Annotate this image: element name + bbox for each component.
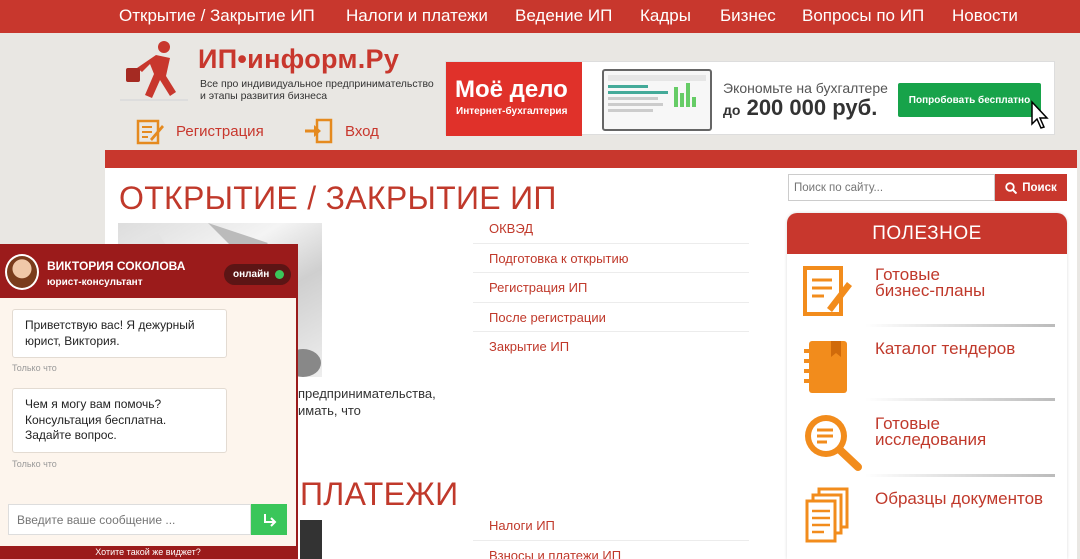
online-dot-icon — [275, 270, 285, 279]
status-badge: онлайн — [224, 264, 291, 285]
nav-item-opening[interactable]: Открытие / Закрытие ИП — [119, 6, 315, 26]
chat-widget: ВИКТОРИЯ СОКОЛОВА юрист-консультант онла… — [0, 244, 298, 559]
link-after-registration[interactable]: После регистрации — [473, 303, 749, 332]
useful-item-label-3b: исследования — [875, 430, 987, 449]
search-button[interactable]: Поиск — [995, 174, 1067, 201]
nav-item-taxes[interactable]: Налоги и платежи — [346, 6, 488, 26]
chat-message: Приветствую вас! Я дежурный юрист, Викто… — [12, 309, 227, 358]
login-label: Вход — [345, 122, 379, 140]
banner-brand-sub: Интернет-бухгалтерия — [456, 106, 568, 117]
search-button-label: Поиск — [1022, 181, 1057, 194]
banner-text-line1: Экономьте на бухгалтере — [723, 80, 888, 96]
useful-item-label-4: Образцы документов — [875, 489, 1044, 508]
opening-links: ОКВЭД Подготовка к открытию Регистрация … — [473, 214, 749, 362]
useful-divider — [865, 324, 1055, 327]
intro-line-2: имать, что — [298, 403, 361, 418]
useful-panel-title: ПОЛЕЗНОЕ — [787, 213, 1067, 254]
avatar — [5, 254, 39, 290]
link-preparation[interactable]: Подготовка к открытию — [473, 244, 749, 273]
nav-item-staff[interactable]: Кадры — [640, 6, 691, 26]
register-icon — [136, 119, 164, 145]
cursor-icon — [1031, 100, 1049, 129]
chat-agent-role: юрист-консультант — [47, 277, 143, 288]
business-plan-icon — [803, 266, 852, 316]
nav-item-management[interactable]: Ведение ИП — [515, 6, 612, 26]
useful-item-label-2: Каталог тендеров — [875, 339, 1016, 358]
search-icon — [1005, 181, 1018, 194]
register-label: Регистрация — [176, 122, 264, 140]
chat-message-time: Только что — [12, 363, 57, 373]
documents-icon — [805, 487, 849, 543]
status-label: онлайн — [233, 269, 270, 280]
useful-item-research[interactable]: Готовые исследования — [787, 403, 1067, 476]
nav-item-news[interactable]: Новости — [952, 6, 1018, 26]
site-logo-title[interactable]: ИП•информ.Ру — [198, 44, 399, 75]
useful-item-tenders[interactable]: Каталог тендеров — [787, 329, 1067, 402]
useful-item-documents[interactable]: Образцы документов — [787, 479, 1067, 552]
link-registration[interactable]: Регистрация ИП — [473, 273, 749, 303]
link-okved[interactable]: ОКВЭД — [473, 214, 749, 244]
intro-line-1: предпринимательства, — [298, 386, 436, 401]
nav-item-questions[interactable]: Вопросы по ИП — [802, 6, 924, 26]
send-arrow-icon — [264, 513, 277, 527]
chat-header[interactable]: ВИКТОРИЯ СОКОЛОВА юрист-консультант онла… — [0, 246, 296, 298]
link-contributions[interactable]: Взносы и платежи ИП — [473, 541, 749, 559]
chat-message: Чем я могу вам помочь? Консультация бесп… — [12, 388, 227, 453]
section-title-payments[interactable]: ПЛАТЕЖИ — [300, 476, 458, 513]
useful-panel: ПОЛЕЗНОЕ Готовые бизнес-планы Каталог те… — [787, 213, 1067, 559]
link-taxes[interactable]: Налоги ИП — [473, 511, 749, 541]
banner-brand: Моё дело Интернет-бухгалтерия — [446, 62, 582, 136]
nav-item-business[interactable]: Бизнес — [720, 6, 776, 26]
chat-message-input[interactable] — [8, 504, 251, 535]
section-photo-2 — [300, 520, 322, 559]
section-title-opening[interactable]: ОТКРЫТИЕ / ЗАКРЫТИЕ ИП — [119, 180, 557, 217]
banner-amount: 200 000 руб. — [746, 95, 878, 120]
red-stripe — [105, 150, 1077, 168]
running-man-logo-icon[interactable] — [118, 40, 190, 106]
login-icon — [305, 118, 333, 144]
login-link[interactable]: Вход — [305, 117, 379, 145]
banner-brand-name: Моё дело — [455, 76, 568, 103]
register-link[interactable]: Регистрация — [136, 117, 264, 145]
useful-item-business-plans[interactable]: Готовые бизнес-планы — [787, 254, 1067, 327]
chat-agent-name: ВИКТОРИЯ СОКОЛОВА — [47, 259, 186, 273]
useful-divider — [865, 474, 1055, 477]
useful-divider — [865, 398, 1055, 401]
banner-amount-prefix: до — [723, 102, 741, 118]
banner-screenshot-image — [602, 69, 712, 131]
chat-message-time: Только что — [12, 459, 57, 469]
top-nav: Открытие / Закрытие ИП Налоги и платежи … — [0, 0, 1080, 33]
chat-widget-footer-link[interactable]: Хотите такой же виджет? — [0, 546, 296, 559]
section-intro-text: предпринимательства, имать, что — [298, 385, 436, 419]
site-logo-subtitle: Все про индивидуальное предпринимательст… — [200, 78, 434, 102]
banner-try-free-button[interactable]: Попробовать бесплатно — [898, 83, 1041, 117]
site-search-input[interactable] — [788, 174, 995, 201]
research-icon — [805, 415, 862, 471]
tender-catalog-icon — [804, 341, 847, 393]
chat-send-button[interactable] — [251, 504, 287, 535]
link-closing[interactable]: Закрытие ИП — [473, 332, 749, 362]
banner-text-line2: до 200 000 руб. — [723, 95, 877, 121]
payments-links: Налоги ИП Взносы и платежи ИП — [473, 511, 749, 559]
useful-item-label-1b: бизнес-планы — [875, 281, 986, 300]
ad-banner[interactable]: Моё дело Интернет-бухгалтерия Экономьте … — [445, 61, 1055, 136]
